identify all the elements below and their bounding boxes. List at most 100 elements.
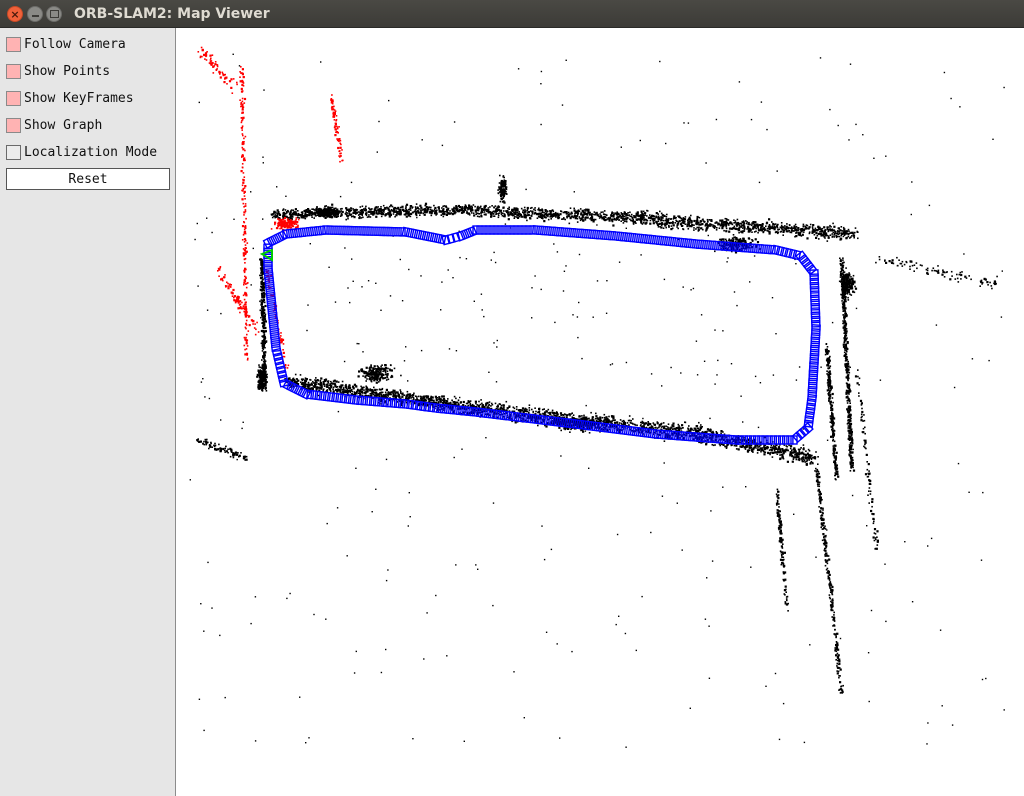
keyframe-marker — [667, 236, 677, 247]
keyframe-marker — [810, 332, 821, 341]
keyframe-marker — [266, 295, 277, 305]
keyframe-marker — [782, 435, 790, 445]
keyframe-marker — [800, 257, 813, 269]
keyframe-marker — [777, 435, 786, 445]
keyframe-marker — [809, 348, 820, 357]
keyframe-marker — [264, 279, 275, 289]
show-keyframes-checkbox[interactable] — [6, 90, 21, 106]
keyframe-marker — [543, 225, 553, 236]
window-title: ORB-SLAM2: Map Viewer — [74, 6, 270, 22]
show-graph-option[interactable]: Show Graph — [6, 114, 171, 136]
keyframe-marker — [615, 231, 625, 242]
maximize-window-button[interactable] — [46, 6, 62, 22]
keyframe-marker — [350, 225, 358, 236]
map-viewport[interactable] — [176, 28, 1024, 796]
follow-camera-option[interactable]: Follow Camera — [6, 33, 171, 55]
keyframe-marker — [619, 231, 629, 242]
keyframe-marker — [807, 381, 818, 390]
keyframe-marker — [488, 225, 496, 235]
keyframe-marker — [810, 307, 821, 315]
show-keyframes-label: Show KeyFrames — [24, 90, 134, 106]
keyframe-marker — [269, 327, 280, 337]
keyframe-marker — [808, 373, 819, 382]
current-map-points — [197, 46, 344, 369]
keyframe-marker — [607, 230, 617, 241]
keyframe-marker — [539, 225, 549, 236]
title-bar: × ORB-SLAM2: Map Viewer — [0, 0, 1024, 28]
keyframe-marker — [520, 225, 528, 235]
keyframe-marker — [370, 226, 378, 236]
keyframe-marker — [809, 290, 820, 299]
keyframe-marker — [484, 225, 492, 235]
keyframe-marker — [394, 227, 402, 237]
keyframe-marker — [270, 335, 281, 345]
reset-button[interactable]: Reset — [6, 168, 170, 190]
keyframe-marker — [563, 227, 573, 238]
keyframe-marker — [362, 226, 370, 236]
keyframe-marker — [651, 234, 661, 246]
keyframe-marker — [655, 235, 665, 246]
keyframe-marker — [631, 232, 641, 244]
keyframe-marker — [786, 435, 794, 445]
keyframe-marker — [386, 226, 394, 237]
maximize-icon — [49, 10, 59, 18]
show-graph-label: Show Graph — [24, 117, 103, 133]
keyframe-marker — [567, 227, 577, 238]
close-icon: × — [10, 7, 20, 21]
keyframe-marker — [535, 225, 545, 236]
keyframe-marker — [492, 225, 500, 235]
keyframe-marker — [808, 365, 819, 374]
keyframe-marker — [810, 311, 821, 320]
close-window-button[interactable]: × — [7, 6, 23, 22]
keyframe-marker — [627, 232, 637, 243]
keyframe-marker — [516, 225, 524, 235]
keyframe-marker — [643, 234, 653, 245]
keyframe-marker — [583, 228, 593, 239]
map-viewer-window: × ORB-SLAM2: Map Viewer Follow Camera Sh… — [0, 0, 1024, 796]
keyframe-marker — [524, 225, 532, 235]
minimize-window-button[interactable] — [27, 6, 43, 22]
keyframe-marker — [759, 244, 769, 255]
keyframe-marker — [555, 226, 565, 237]
keyframe-marker — [378, 226, 386, 237]
map-canvas[interactable] — [176, 28, 1024, 796]
keyframe-marker — [809, 344, 820, 353]
keyframe-marker — [639, 233, 649, 244]
keyframe-marker — [551, 226, 561, 237]
keyframe-marker — [599, 230, 609, 241]
keyframe-marker — [810, 315, 821, 324]
keyframe-marker — [810, 298, 820, 307]
keyframe-marker — [305, 226, 315, 237]
keyframe-marker — [270, 339, 281, 349]
keyframe-marker — [603, 230, 613, 241]
keyframe-marker — [366, 226, 374, 236]
keyframe-marker — [338, 225, 346, 236]
show-keyframes-option[interactable]: Show KeyFrames — [6, 87, 171, 109]
keyframe-marker — [531, 225, 541, 235]
keyframe-marker — [301, 226, 311, 238]
keyframe-marker — [683, 238, 693, 249]
keyframe-marker — [763, 244, 773, 255]
localization-mode-checkbox[interactable] — [6, 144, 21, 160]
keyframe-marker — [807, 385, 818, 394]
keyframe-marker — [595, 229, 605, 240]
follow-camera-checkbox[interactable] — [6, 36, 21, 52]
keyframe-marker — [691, 239, 701, 249]
keyframe-marker — [364, 396, 373, 406]
keyframe-marker — [346, 225, 354, 236]
keyframe-marker — [810, 340, 821, 349]
show-points-option[interactable]: Show Points — [6, 60, 171, 82]
keyframe-trajectory — [262, 225, 821, 445]
keyframe-marker — [707, 240, 717, 251]
localization-mode-option[interactable]: Localization Mode — [6, 141, 171, 163]
show-graph-checkbox[interactable] — [6, 117, 21, 133]
show-points-checkbox[interactable] — [6, 63, 21, 79]
keyframe-marker — [687, 238, 697, 249]
keyframe-marker — [695, 239, 705, 250]
keyframe-marker — [265, 287, 276, 297]
keyframe-marker — [496, 225, 504, 235]
keyframe-marker — [587, 229, 597, 240]
keyframe-marker — [647, 234, 657, 245]
keyframe-marker — [512, 225, 520, 235]
keyframe-marker — [811, 324, 821, 332]
